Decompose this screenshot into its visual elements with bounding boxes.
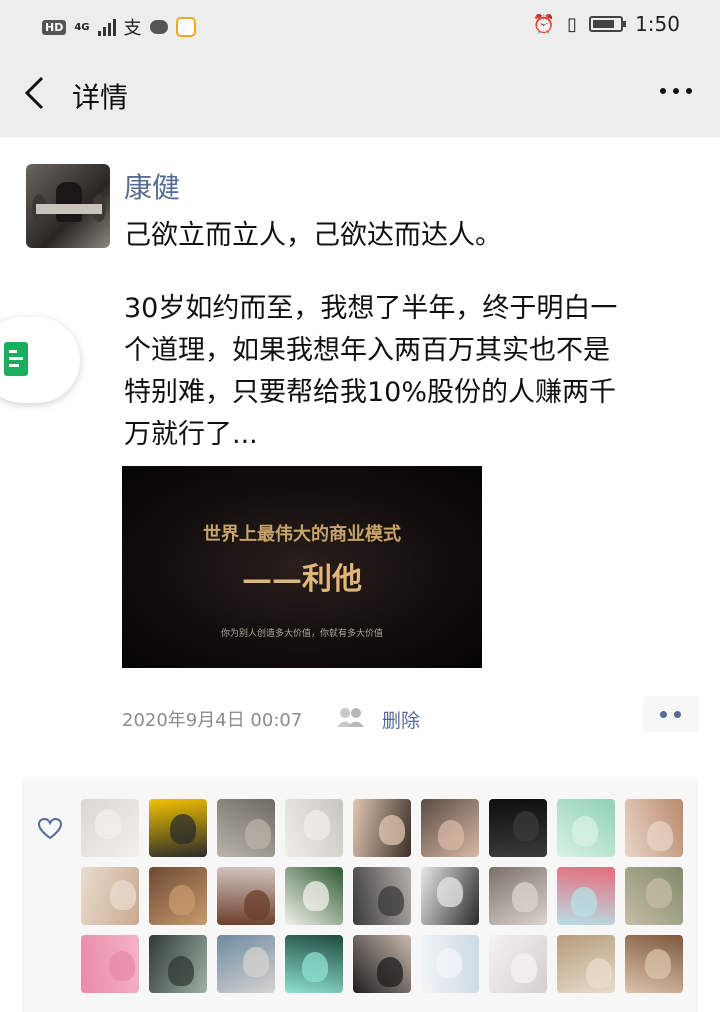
liker-avatar[interactable] [625,799,683,857]
chevron-left-icon [24,76,44,110]
liker-avatar[interactable] [421,799,479,857]
liker-avatar[interactable] [285,935,343,993]
liker-avatar[interactable] [81,935,139,993]
liker-avatar[interactable] [557,935,615,993]
liker-avatar[interactable] [217,867,275,925]
liker-avatar[interactable] [625,935,683,993]
image-subtitle: 你为别人创造多大价值，你就有多大价值 [220,629,383,639]
visibility-people-icon[interactable] [336,706,366,728]
post-text-line: 30岁如约而至，我想了半年，终于明白一 [124,293,618,324]
liker-avatar[interactable] [149,799,207,857]
liker-avatar[interactable] [489,799,547,857]
liker-avatar[interactable] [149,867,207,925]
likes-panel [22,778,698,1012]
page-title: 详情 [72,81,129,114]
liker-avatar[interactable] [489,935,547,993]
author-name[interactable]: 康健 [124,166,180,206]
liker-avatar[interactable] [81,799,139,857]
liker-avatar[interactable] [353,867,411,925]
status-left-icons: HD 4G 支 [42,14,196,40]
liker-avatar-grid [81,799,683,993]
dot-icon [660,711,667,718]
ellipsis-icon [660,88,666,94]
post-text-line1: 己欲立而立人，己欲达而达人。 [124,220,502,251]
status-bar: HD 4G 支 ⏰ ▯ 1:50 [0,0,720,52]
battery-icon [589,16,627,32]
more-button[interactable] [660,88,692,94]
liker-avatar[interactable] [217,935,275,993]
app-notification-icon [175,17,196,37]
author-avatar[interactable] [26,164,110,248]
liker-avatar[interactable] [217,799,275,857]
post-image[interactable]: 世界上最伟大的商业模式 ——利他 你为别人创造多大价值，你就有多大价值 [122,466,482,668]
hd-icon: HD [42,19,67,35]
heart-icon [38,818,62,840]
liker-avatar[interactable] [421,867,479,925]
message-icon [149,20,168,34]
liker-avatar[interactable] [353,935,411,993]
nav-bar: 详情 [0,52,720,137]
liker-avatar[interactable] [557,799,615,857]
liker-avatar[interactable] [285,799,343,857]
clock: 1:50 [635,12,680,36]
liker-avatar[interactable] [489,867,547,925]
liker-avatar[interactable] [353,799,411,857]
back-button[interactable] [22,74,54,116]
image-title: 世界上最伟大的商业模式 [203,524,401,545]
image-main-text: ——利他 [242,562,362,597]
post-timestamp: 2020年9月4日 00:07 [122,710,303,731]
comment-like-button[interactable] [643,696,699,732]
liker-avatar[interactable] [285,867,343,925]
vibrate-icon: ▯ [567,13,578,35]
liker-avatar[interactable] [421,935,479,993]
liker-avatar[interactable] [149,935,207,993]
network-type: 4G [74,21,90,33]
signal-icon [97,18,116,36]
delete-link[interactable]: 删除 [382,706,420,733]
liker-avatar[interactable] [625,867,683,925]
post-text-line: 特别难，只要帮给我10%股份的人赚两千 [124,377,617,408]
liker-avatar[interactable] [81,867,139,925]
status-right-icons: ⏰ ▯ 1:50 [533,12,680,36]
post-text-line: 个道理，如果我想年入两百万其实也不是 [124,335,610,366]
liker-avatar[interactable] [557,867,615,925]
alarm-icon: ⏰ [532,13,556,35]
alipay-icon: 支 [123,18,142,39]
document-icon [4,342,28,376]
post-text-line: 万就行了... [124,419,258,450]
post-text-body: 30岁如约而至，我想了半年，终于明白一 个道理，如果我想年入两百万其实也不是 特… [124,288,684,456]
floating-note-button[interactable] [0,317,80,403]
